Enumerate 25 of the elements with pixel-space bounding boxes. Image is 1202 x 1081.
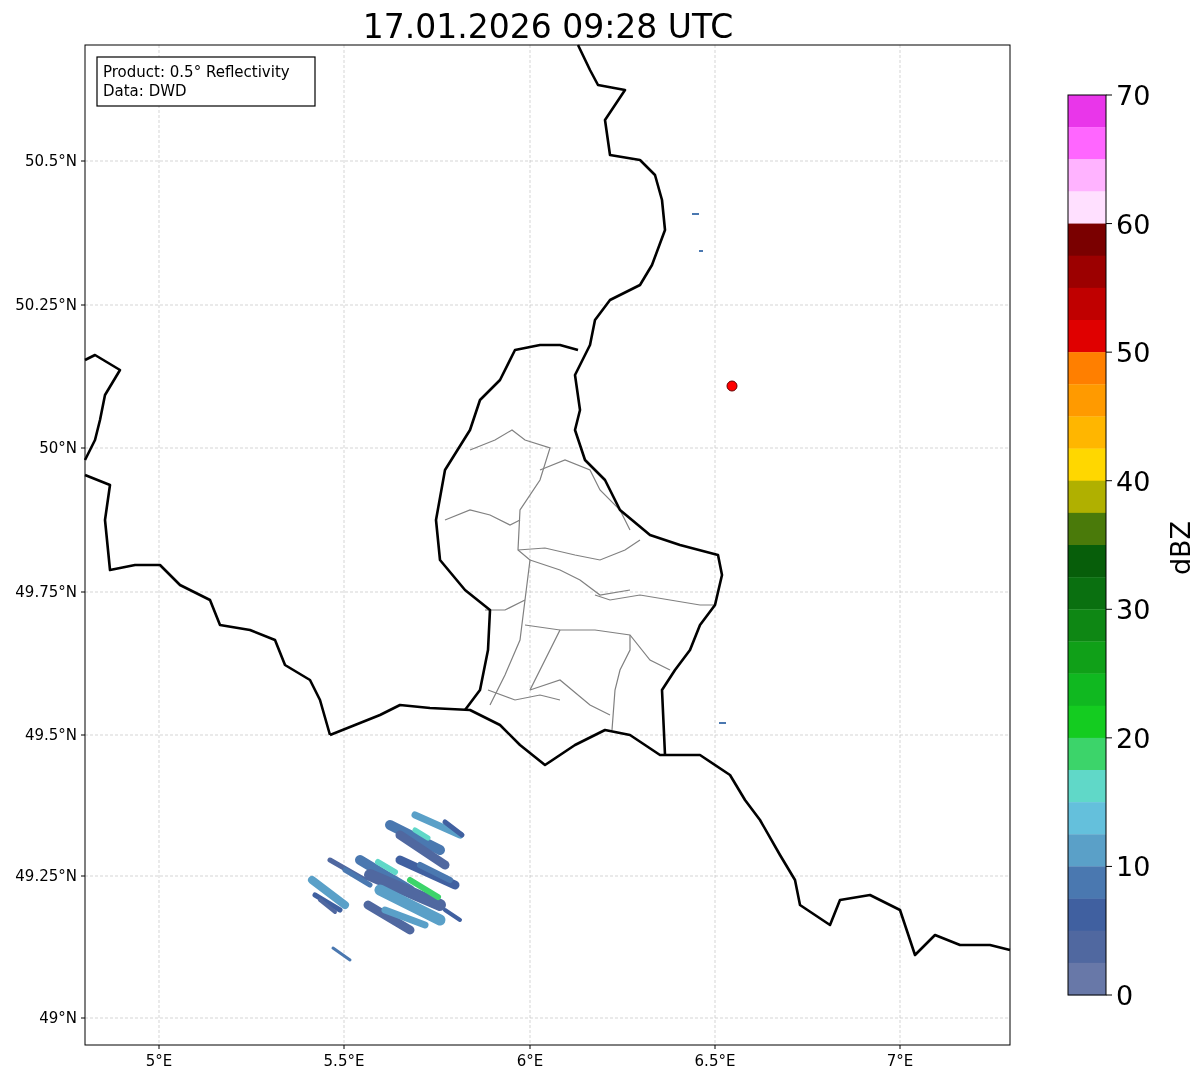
- radar-site-marker: [726, 380, 738, 392]
- legend-text: Data: DWD: [103, 82, 187, 100]
- axis-tick-label: 50°N: [39, 439, 77, 457]
- axis-tick-label: 49.75°N: [15, 583, 77, 601]
- chart-title: 17.01.2026 09:28 UTC: [362, 7, 734, 46]
- colorbar-tick-label: 20: [1116, 722, 1151, 754]
- axis-tick-label: 7°E: [886, 1052, 914, 1070]
- axis-tick-label: 50.25°N: [15, 296, 77, 314]
- colorbar-tick-label: 50: [1116, 337, 1151, 369]
- colorbar-tick-label: 60: [1116, 208, 1151, 240]
- colorbar-tick-label: 10: [1116, 851, 1151, 883]
- legend-text: Product: 0.5° Reflectivity: [103, 63, 290, 81]
- axis-tick-label: 49.5°N: [24, 726, 77, 744]
- colorbar-tick-label: 70: [1116, 80, 1151, 111]
- axis-tick-label: 50.5°N: [24, 152, 77, 170]
- axis-tick-label: 6°E: [516, 1052, 544, 1070]
- colorbar-tick-label: 30: [1116, 594, 1151, 626]
- colorbar-label: dBZ: [1165, 520, 1196, 576]
- axis-tick-label: 49°N: [39, 1009, 77, 1027]
- axis-tick-label: 5°E: [145, 1052, 173, 1070]
- colorbar-tick-label: 0: [1116, 980, 1134, 1011]
- axis-tick-label: 6.5°E: [694, 1052, 736, 1070]
- axis-tick-label: 5.5°E: [323, 1052, 365, 1070]
- colorbar-tick-label: 40: [1116, 465, 1151, 497]
- axis-tick-label: 49.25°N: [15, 867, 77, 885]
